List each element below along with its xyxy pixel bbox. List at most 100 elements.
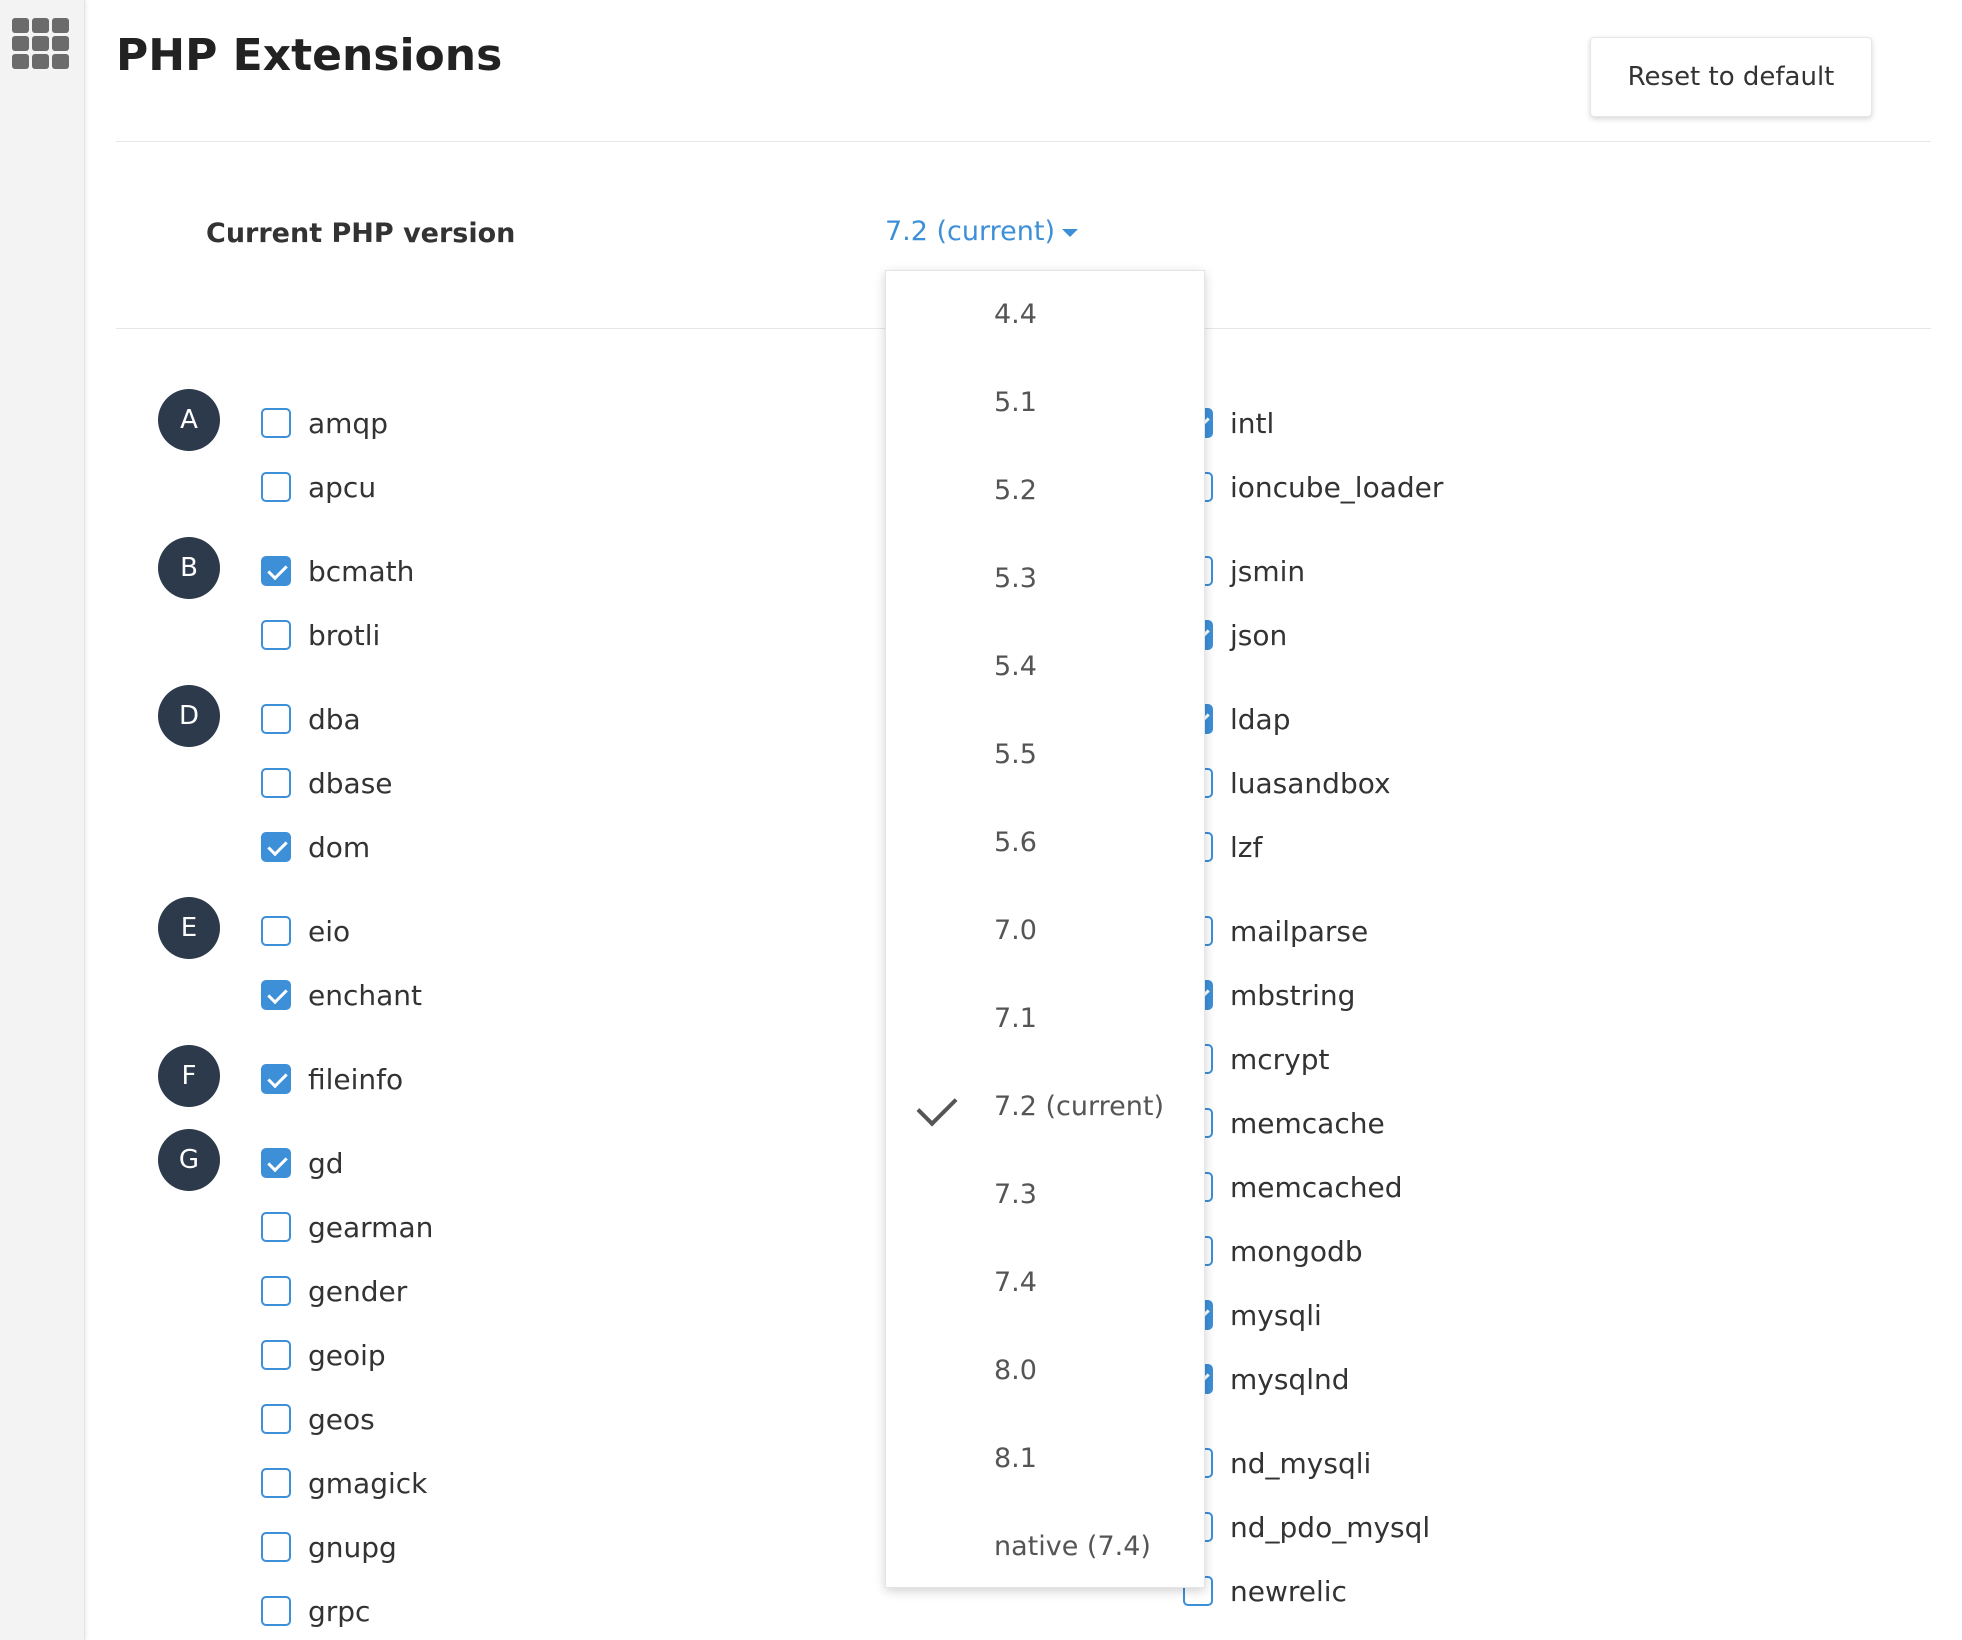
version-option[interactable]: 5.5 — [886, 724, 1204, 784]
version-option-label: 8.1 — [994, 1442, 1037, 1474]
extension-label: memcached — [1230, 1170, 1403, 1204]
version-option[interactable]: 5.2 — [886, 460, 1204, 520]
extension-checkbox[interactable] — [261, 1340, 291, 1370]
extension-checkbox[interactable] — [261, 1148, 291, 1178]
extension-amqp[interactable]: amqp — [261, 403, 388, 443]
extension-nd_mysqli[interactable]: nd_mysqli — [1183, 1443, 1371, 1483]
extension-label: nd_mysqli — [1230, 1446, 1372, 1480]
extension-checkbox[interactable] — [261, 1532, 291, 1562]
letter-badge-e: E — [158, 897, 220, 959]
extension-eio[interactable]: eio — [261, 911, 350, 951]
extension-bcmath[interactable]: bcmath — [261, 551, 414, 591]
extension-checkbox[interactable] — [261, 916, 291, 946]
extension-mysqlnd[interactable]: mysqlnd — [1183, 1359, 1350, 1399]
version-option[interactable]: native (7.4) — [886, 1516, 1204, 1576]
extension-geoip[interactable]: geoip — [261, 1335, 386, 1375]
extension-checkbox[interactable] — [261, 832, 291, 862]
version-option-label: 4.4 — [994, 298, 1037, 330]
extension-checkbox[interactable] — [261, 556, 291, 586]
letter-badge-g: G — [158, 1129, 220, 1191]
extension-dom[interactable]: dom — [261, 827, 370, 867]
extension-gnupg[interactable]: gnupg — [261, 1527, 397, 1567]
letter-badge-a: A — [158, 389, 220, 451]
extension-checkbox[interactable] — [261, 980, 291, 1010]
reset-to-default-button[interactable]: Reset to default — [1590, 37, 1872, 117]
extension-label: mbstring — [1230, 978, 1356, 1012]
extension-checkbox[interactable] — [261, 1064, 291, 1094]
extension-label: mongodb — [1230, 1234, 1363, 1268]
extension-nd_pdo_mysql[interactable]: nd_pdo_mysql — [1183, 1507, 1430, 1547]
version-option[interactable]: 7.4 — [886, 1252, 1204, 1312]
extension-label: geoip — [308, 1338, 386, 1372]
extension-brotli[interactable]: brotli — [261, 615, 380, 655]
extension-label: mailparse — [1230, 914, 1369, 948]
extension-dba[interactable]: dba — [261, 699, 361, 739]
version-option[interactable]: 8.0 — [886, 1340, 1204, 1400]
version-option[interactable]: 5.4 — [886, 636, 1204, 696]
extension-label: ldap — [1230, 702, 1291, 736]
extension-gd[interactable]: gd — [261, 1143, 344, 1183]
extension-checkbox[interactable] — [261, 1468, 291, 1498]
version-option[interactable]: 5.1 — [886, 372, 1204, 432]
extension-checkbox[interactable] — [261, 1596, 291, 1626]
extension-grpc[interactable]: grpc — [261, 1591, 370, 1631]
extension-dbase[interactable]: dbase — [261, 763, 393, 803]
version-option[interactable]: 7.1 — [886, 988, 1204, 1048]
extension-checkbox[interactable] — [261, 704, 291, 734]
extension-label: brotli — [308, 618, 381, 652]
extension-gender[interactable]: gender — [261, 1271, 407, 1311]
letter-badge-f: F — [158, 1045, 220, 1107]
version-option-label: 5.1 — [994, 386, 1037, 418]
extension-label: mysqli — [1230, 1298, 1322, 1332]
extension-gearman[interactable]: gearman — [261, 1207, 433, 1247]
extension-memcache[interactable]: memcache — [1183, 1103, 1385, 1143]
version-option[interactable]: 4.4 — [886, 284, 1204, 344]
version-option-label: 5.4 — [994, 650, 1037, 682]
extension-geos[interactable]: geos — [261, 1399, 375, 1439]
extension-label: gearman — [308, 1210, 434, 1244]
version-option[interactable]: 5.3 — [886, 548, 1204, 608]
php-version-label: Current PHP version — [206, 218, 516, 249]
extension-label: apcu — [308, 470, 377, 504]
extension-luasandbox[interactable]: luasandbox — [1183, 763, 1391, 803]
extension-apcu[interactable]: apcu — [261, 467, 376, 507]
extension-label: gender — [308, 1274, 408, 1308]
extension-checkbox[interactable] — [261, 1212, 291, 1242]
extension-label: dbase — [308, 766, 393, 800]
php-version-select[interactable]: 7.2 (current) — [885, 216, 1078, 247]
extension-checkbox[interactable] — [261, 408, 291, 438]
extension-label: luasandbox — [1230, 766, 1391, 800]
version-option[interactable]: 7.3 — [886, 1164, 1204, 1224]
extension-checkbox[interactable] — [261, 620, 291, 650]
extension-enchant[interactable]: enchant — [261, 975, 422, 1015]
extension-label: geos — [308, 1402, 375, 1436]
version-option-label: 7.3 — [994, 1178, 1037, 1210]
extension-checkbox[interactable] — [261, 768, 291, 798]
extension-label: dom — [308, 830, 371, 864]
version-option[interactable]: 7.2 (current) — [886, 1076, 1204, 1136]
apps-grid-icon[interactable] — [12, 18, 69, 69]
extension-label: memcache — [1230, 1106, 1385, 1140]
extension-label: json — [1230, 618, 1288, 652]
extension-label: gd — [308, 1146, 344, 1180]
extension-checkbox[interactable] — [261, 1276, 291, 1306]
version-option[interactable]: 8.1 — [886, 1428, 1204, 1488]
php-version-selected-value: 7.2 (current) — [885, 216, 1055, 247]
extension-checkbox[interactable] — [261, 1404, 291, 1434]
extension-ioncube_loader[interactable]: ioncube_loader — [1183, 467, 1443, 507]
extension-label: nd_pdo_mysql — [1230, 1510, 1431, 1544]
extension-gmagick[interactable]: gmagick — [261, 1463, 427, 1503]
version-option-label: native (7.4) — [994, 1530, 1151, 1562]
version-option[interactable]: 7.0 — [886, 900, 1204, 960]
extension-checkbox[interactable] — [261, 472, 291, 502]
header-divider — [116, 141, 1931, 142]
extension-newrelic[interactable]: newrelic — [1183, 1571, 1347, 1611]
version-option[interactable]: 5.6 — [886, 812, 1204, 872]
extension-label: amqp — [308, 406, 388, 440]
extension-memcached[interactable]: memcached — [1183, 1167, 1402, 1207]
sidebar — [0, 0, 85, 1640]
extension-mailparse[interactable]: mailparse — [1183, 911, 1368, 951]
extension-mongodb[interactable]: mongodb — [1183, 1231, 1363, 1271]
extension-mbstring[interactable]: mbstring — [1183, 975, 1355, 1015]
extension-fileinfo[interactable]: fileinfo — [261, 1059, 403, 1099]
